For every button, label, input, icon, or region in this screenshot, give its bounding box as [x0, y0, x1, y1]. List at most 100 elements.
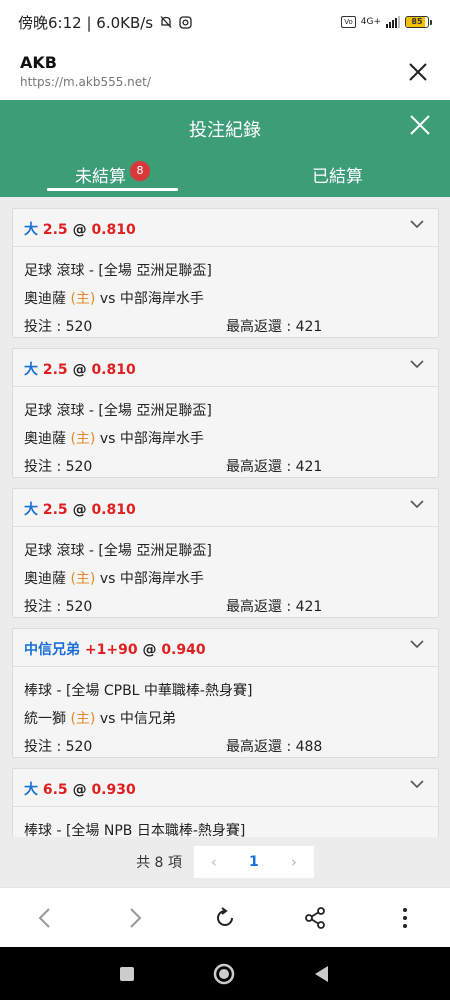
bet-line: 2.5 — [42, 222, 68, 238]
page-title: 投注紀錄 — [189, 120, 261, 141]
back-nav-icon[interactable] — [313, 965, 331, 983]
bet-card-body: 棒球 - [全場 CPBL 中華職棒-熱身賽] 統一獅 (主) vs 中信兄弟 投注… — [13, 667, 438, 771]
bet-stake: 投注 : 520 — [24, 459, 93, 475]
next-page-button[interactable]: › — [274, 853, 314, 871]
total-count: 共 8 項 — [136, 855, 182, 871]
vs-label: vs — [99, 571, 116, 587]
vs-label: vs — [99, 711, 116, 727]
close-browser-icon[interactable] — [406, 60, 430, 84]
home-tag: (主) — [70, 291, 96, 307]
tab-settled[interactable]: 已結算 — [225, 150, 450, 197]
home-tag: (主) — [70, 571, 96, 587]
bet-card-header[interactable]: 中信兄弟 +1+90 @ 0.940 — [13, 629, 438, 667]
instagram-icon — [179, 15, 192, 29]
forward-icon — [130, 907, 142, 928]
bet-league: 棒球 - [全場 CPBL 中華職棒-熱身賽] — [24, 683, 253, 699]
status-time: 傍晚6:12 | 6.0KB/s — [18, 13, 154, 32]
bet-card-header[interactable]: 大 6.5 @ 0.930 — [13, 769, 438, 807]
pagination: 共 8 項 ‹ 1 › — [0, 837, 450, 887]
browser-toolbar — [0, 887, 450, 947]
mute-bell-icon — [160, 16, 172, 28]
refresh-icon — [217, 906, 233, 926]
volte-icon: Vo — [341, 16, 356, 28]
bet-card-header[interactable]: 大 2.5 @ 0.810 — [13, 349, 438, 387]
chevron-down-icon[interactable] — [410, 359, 424, 369]
unsettled-count-badge: 8 — [130, 161, 150, 181]
bet-card-header[interactable]: 大 2.5 @ 0.810 — [13, 489, 438, 527]
home-team: 奧迪薩 — [24, 291, 66, 307]
at-symbol: @ — [142, 642, 157, 658]
signal-icon — [386, 16, 400, 28]
status-bar: 傍晚6:12 | 6.0KB/s Vo 4G+ 85 — [0, 0, 450, 44]
at-symbol: @ — [72, 362, 87, 378]
bet-odds: 0.940 — [161, 642, 206, 658]
bet-card-body: 足球 滾球 - [全場 亞洲足聯盃] 奧迪薩 (主) vs 中部海岸水手 投注 : … — [13, 247, 438, 351]
active-tab-indicator — [47, 188, 178, 191]
bet-stake: 投注 : 520 — [24, 739, 93, 755]
bet-odds: 0.810 — [91, 502, 136, 518]
home-team: 統一獅 — [24, 711, 66, 727]
bet-card[interactable]: 大 2.5 @ 0.810 足球 滾球 - [全場 亞洲足聯盃] 奧迪薩 (主) v… — [12, 348, 439, 478]
more-button[interactable] — [385, 898, 425, 938]
recents-icon[interactable] — [119, 966, 135, 982]
home-tag: (主) — [70, 431, 96, 447]
app-header: 投注紀錄 未結算 8 已結算 — [0, 100, 450, 197]
at-symbol: @ — [72, 222, 87, 238]
bet-league: 足球 滾球 - [全場 亞洲足聯盃] — [24, 263, 212, 279]
chevron-down-icon[interactable] — [410, 779, 424, 789]
bet-pick: 中信兄弟 — [24, 642, 80, 658]
chevron-down-icon[interactable] — [410, 219, 424, 229]
browser-title: AKB — [20, 53, 57, 72]
bet-match: 奧迪薩 (主) vs 中部海岸水手 — [24, 285, 427, 313]
share-button[interactable] — [295, 898, 335, 938]
browser-header: AKB https://m.akb555.net/ — [0, 44, 450, 100]
prev-page-button[interactable]: ‹ — [194, 853, 234, 871]
home-icon[interactable] — [213, 963, 235, 985]
bet-line: 2.5 — [42, 502, 68, 518]
bet-list[interactable]: 大 2.5 @ 0.810 足球 滾球 - [全場 亞洲足聯盃] 奧迪薩 (主) v… — [0, 197, 450, 887]
browser-url[interactable]: https://m.akb555.net/ — [20, 75, 430, 89]
bet-pick: 大 — [24, 782, 38, 798]
bet-max-return: 最高返還 : 421 — [226, 459, 323, 475]
chevron-down-icon[interactable] — [410, 499, 424, 509]
tab-settled-label: 已結算 — [312, 167, 363, 187]
bet-card[interactable]: 中信兄弟 +1+90 @ 0.940 棒球 - [全場 CPBL 中華職棒-熱身賽… — [12, 628, 439, 758]
bet-max-return: 最高返還 : 421 — [226, 319, 323, 335]
bet-max-return: 最高返還 : 488 — [226, 739, 323, 755]
bet-pick: 大 — [24, 222, 38, 238]
bet-match: 奧迪薩 (主) vs 中部海岸水手 — [24, 425, 427, 453]
away-team: 中信兄弟 — [119, 711, 176, 727]
bet-odds: 0.930 — [91, 782, 136, 798]
network-type-label: 4G+ — [360, 17, 381, 27]
bet-card-body: 足球 滾球 - [全場 亞洲足聯盃] 奧迪薩 (主) vs 中部海岸水手 投注 : … — [13, 527, 438, 631]
battery-level: 85 — [411, 17, 423, 26]
at-symbol: @ — [72, 502, 87, 518]
forward-button[interactable] — [115, 898, 155, 938]
share-icon — [305, 906, 325, 929]
home-team: 奧迪薩 — [24, 431, 66, 447]
close-icon[interactable] — [408, 113, 432, 137]
bet-odds: 0.810 — [91, 222, 136, 238]
bet-card-header[interactable]: 大 2.5 @ 0.810 — [13, 209, 438, 247]
chevron-down-icon[interactable] — [410, 639, 424, 649]
bet-line: 2.5 — [42, 362, 68, 378]
tab-unsettled[interactable]: 未結算 8 — [0, 150, 225, 197]
vs-label: vs — [99, 291, 116, 307]
bet-max-return: 最高返還 : 421 — [226, 599, 323, 615]
bet-pick: 大 — [24, 362, 38, 378]
refresh-button[interactable] — [205, 898, 245, 938]
bet-card-body: 足球 滾球 - [全場 亞洲足聯盃] 奧迪薩 (主) vs 中部海岸水手投注 : … — [13, 387, 438, 491]
battery-icon: 85 — [405, 16, 432, 28]
bet-line: +1+90 — [84, 642, 138, 658]
away-team: 中部海岸水手 — [119, 571, 204, 587]
home-team: 奧迪薩 — [24, 571, 66, 587]
bet-league: 足球 滾球 - [全場 亞洲足聯盃] — [24, 403, 212, 419]
bet-card[interactable]: 大 2.5 @ 0.810 足球 滾球 - [全場 亞洲足聯盃] 奧迪薩 (主) v… — [12, 488, 439, 618]
away-team: 中部海岸水手 — [119, 291, 204, 307]
current-page[interactable]: 1 — [234, 854, 274, 870]
bet-league: 足球 滾球 - [全場 亞洲足聯盃] — [24, 543, 212, 559]
bet-card[interactable]: 大 2.5 @ 0.810 足球 滾球 - [全場 亞洲足聯盃] 奧迪薩 (主) v… — [12, 208, 439, 338]
system-nav-bar — [0, 947, 450, 1000]
bet-pick: 大 — [24, 502, 38, 518]
back-button[interactable] — [25, 898, 65, 938]
